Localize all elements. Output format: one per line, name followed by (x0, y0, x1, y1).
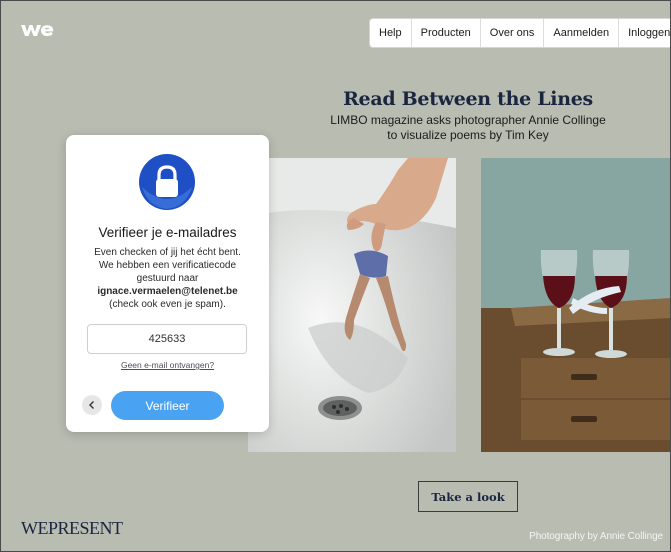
back-button[interactable] (82, 395, 102, 415)
desc-line1: Even checken of jij het écht bent. (94, 247, 241, 258)
hero-subtitle-line1: LIMBO magazine asks photographer Annie C… (330, 113, 606, 127)
verification-code-input[interactable] (87, 324, 247, 354)
photo-bathtub (248, 158, 456, 452)
nav-inloggen[interactable]: Inloggen (619, 19, 671, 47)
photo-credit: Photography by Annie Collinge (529, 531, 663, 542)
verify-email-modal: Verifieer je e-mailadres Even checken of… (66, 135, 269, 432)
resend-email-link[interactable]: Geen e-mail ontvangen? (66, 360, 269, 370)
lock-icon (139, 154, 195, 210)
nav-help[interactable]: Help (370, 19, 412, 47)
desc-line2: We hebben een verificatiecode (98, 260, 237, 271)
take-a-look-button[interactable]: Take a look (418, 481, 518, 512)
modal-title: Verifieer je e-mailadres (98, 225, 237, 240)
email-address: ignace.vermaelen@telenet.be (97, 286, 238, 297)
hero-title: Read Between the Lines (343, 88, 593, 110)
nav-over-ons[interactable]: Over ons (481, 19, 545, 47)
photo-wine-glasses (481, 158, 671, 452)
desc-line4: (check ook even je spam). (109, 299, 226, 310)
verify-button[interactable]: Verifieer (111, 391, 224, 420)
wetransfer-logo-icon[interactable] (20, 22, 54, 38)
chevron-left-icon (89, 401, 94, 409)
top-navigation: Help Producten Over ons Aanmelden Inlogg… (370, 19, 671, 47)
hero-headline: Read Between the Lines LIMBO magazine as… (310, 88, 626, 143)
desc-line3: gestuurd naar (136, 273, 199, 284)
wepresent-logo[interactable]: WEPRESENT (21, 518, 123, 539)
hero-subtitle: LIMBO magazine asks photographer Annie C… (310, 113, 626, 143)
nav-producten[interactable]: Producten (412, 19, 481, 47)
hero-subtitle-line2: to visualize poems by Tim Key (387, 128, 549, 142)
nav-aanmelden[interactable]: Aanmelden (544, 19, 620, 47)
modal-description: Even checken of jij het écht bent. We he… (78, 246, 257, 311)
